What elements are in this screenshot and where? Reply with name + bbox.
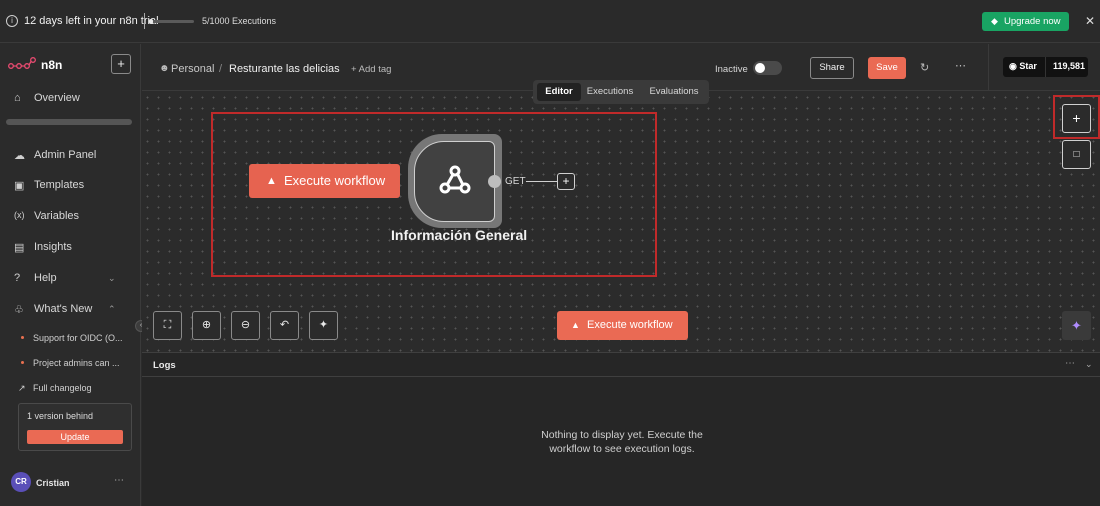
sidebar-item-label: Overview <box>34 92 80 104</box>
n8n-logo-icon <box>8 57 36 69</box>
add-node-button[interactable]: + <box>1062 104 1091 133</box>
broom-icon: ✦ <box>318 319 329 331</box>
logs-panel: Logs ⋯ ⌄ Nothing to display yet. Execute… <box>142 352 1100 506</box>
sidebar-item-label: What's New <box>34 303 93 315</box>
home-icon: ⌂ <box>14 92 21 104</box>
user-name: Cristian <box>36 478 70 488</box>
external-link-icon: ↗ <box>18 383 26 393</box>
banner-divider <box>144 13 145 29</box>
logs-empty-message: Nothing to display yet. Execute the work… <box>541 429 703 455</box>
sidebar-item-label: Insights <box>34 241 72 253</box>
executions-count: 5/1000 Executions <box>202 16 277 26</box>
chart-icon: ▤ <box>14 242 25 254</box>
github-star-count: 119,581 <box>1053 61 1086 71</box>
active-toggle[interactable] <box>753 61 782 75</box>
avatar[interactable]: CR <box>11 472 31 492</box>
chevron-down-icon[interactable]: ⌄ <box>1085 359 1093 370</box>
github-divider <box>1045 57 1046 77</box>
webhook-icon <box>439 165 471 194</box>
whats-new-item-label: Support for OIDC (O... <box>33 333 123 343</box>
version-text: 1 version behind <box>27 411 94 421</box>
cloud-icon: ☁ <box>14 150 25 162</box>
zoom-in-icon: ⊕ <box>201 319 212 331</box>
logs-title: Logs <box>153 360 176 371</box>
tab-editor[interactable]: Editor <box>537 83 581 101</box>
connection-line <box>526 181 557 182</box>
info-icon: i <box>6 15 18 27</box>
close-icon[interactable]: ✕ <box>1085 14 1095 28</box>
history-icon[interactable]: ↻ <box>920 61 929 74</box>
trigger-execute-button[interactable]: ▲ Execute workflow <box>249 164 400 198</box>
logs-header[interactable]: Logs ⋯ ⌄ <box>142 353 1100 377</box>
execute-workflow-button[interactable]: ▲ Execute workflow <box>557 311 688 340</box>
add-next-node-button[interactable]: + <box>557 173 575 190</box>
fit-view-button[interactable]: ⛶ <box>153 311 182 340</box>
variables-icon: (x) <box>14 210 25 220</box>
trial-banner: i 12 days left in your n8n trial 5/1000 … <box>0 0 1100 43</box>
node-output-handle[interactable] <box>488 175 501 188</box>
add-sticky-button[interactable]: □ <box>1062 140 1091 169</box>
logo-text: n8n <box>41 58 63 72</box>
version-notice: 1 version behind Update <box>18 403 132 451</box>
sparkle-icon: ✦ <box>1071 318 1082 333</box>
trigger-execute-label: Execute workflow <box>284 173 386 188</box>
workflow-name[interactable]: Resturante las delicias <box>229 63 340 75</box>
sidebar-item-label: Admin Panel <box>34 149 97 161</box>
sidebar-item-label: Variables <box>34 210 80 222</box>
undo-button[interactable]: ↶ <box>270 311 299 340</box>
breadcrumb-separator: / <box>219 63 223 75</box>
status-label: Inactive <box>715 64 748 75</box>
sidebar-item-label: Help <box>34 272 57 284</box>
add-tag-button[interactable]: + Add tag <box>351 64 391 75</box>
trial-text: 12 days left in your n8n trial <box>24 15 159 27</box>
ai-assistant-button[interactable]: ✦ <box>1062 311 1091 340</box>
tidy-up-button[interactable]: ✦ <box>309 311 338 340</box>
create-button[interactable]: + <box>111 54 131 74</box>
chevron-down-icon: ⌄ <box>108 273 116 283</box>
view-tabs: Editor Executions Evaluations <box>533 80 709 104</box>
zoom-in-button[interactable]: ⊕ <box>192 311 221 340</box>
executions-progress-fill <box>149 19 153 24</box>
execute-workflow-label: Execute workflow <box>587 319 673 331</box>
whats-new-item-label: Project admins can ... <box>33 358 120 368</box>
fit-view-icon: ⛶ <box>163 319 172 331</box>
header-divider <box>988 44 989 91</box>
breadcrumb-project[interactable]: Personal <box>171 63 214 75</box>
github-icon: ◉ Star <box>1009 61 1037 71</box>
zoom-out-button[interactable]: ⊖ <box>231 311 260 340</box>
chevron-up-icon: ⌃ <box>108 304 116 314</box>
executions-progress-bar <box>149 20 194 23</box>
more-icon[interactable]: ⋯ <box>114 475 124 486</box>
update-button[interactable]: Update <box>27 430 123 444</box>
sticky-note-icon: □ <box>1073 149 1080 160</box>
bell-icon: ♧ <box>14 304 24 316</box>
share-button[interactable]: Share <box>810 57 854 79</box>
flask-icon: ▲ <box>571 320 580 330</box>
changelog-label: Full changelog <box>33 383 92 393</box>
new-dot-icon <box>21 361 24 364</box>
upgrade-label: Upgrade now <box>1004 16 1061 27</box>
toggle-knob <box>755 63 765 73</box>
box-icon: ▣ <box>14 180 25 192</box>
new-dot-icon <box>21 336 24 339</box>
sidebar-scrollbar[interactable] <box>6 119 132 125</box>
help-icon: ? <box>14 272 21 284</box>
flask-icon: ▲ <box>266 175 277 187</box>
more-icon[interactable]: ⋯ <box>1065 358 1075 369</box>
tab-evaluations[interactable]: Evaluations <box>641 83 707 101</box>
upgrade-button[interactable]: ◆ Upgrade now <box>982 12 1069 31</box>
more-icon[interactable]: ⋯ <box>955 59 966 72</box>
sidebar-item-label: Templates <box>34 179 85 191</box>
github-star-button[interactable]: ◉ Star 119,581 <box>1003 57 1088 77</box>
sidebar: n8n + ⌂ Overview ☁ Admin Panel ▣ Templat… <box>0 44 147 506</box>
zoom-out-icon: ⊖ <box>240 319 251 331</box>
undo-icon: ↶ <box>279 319 290 331</box>
save-button[interactable]: Save <box>868 57 906 79</box>
user-icon: ☻ <box>159 63 170 74</box>
gem-icon: ◆ <box>991 16 998 26</box>
github-star-label: Star <box>1019 61 1037 71</box>
node-output-label: GET <box>505 176 526 187</box>
node-name: Información General <box>391 227 528 243</box>
tab-executions[interactable]: Executions <box>584 83 636 101</box>
